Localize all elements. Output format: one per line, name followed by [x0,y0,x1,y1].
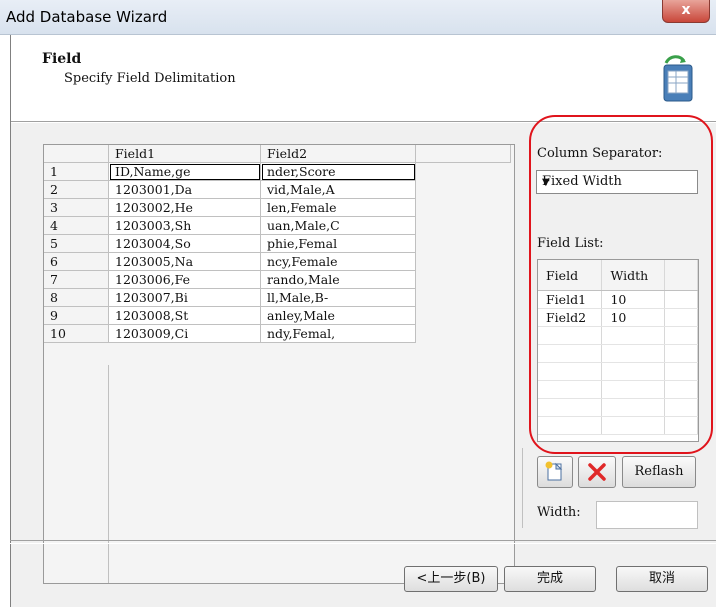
grid-cell[interactable]: 1203009,Ci [108,324,261,343]
row-number: 6 [44,252,109,271]
table-row[interactable]: 4 1203003,Sh uan,Male,C [44,216,511,235]
grid-column-header[interactable]: Field2 [260,145,416,163]
table-row[interactable]: 5 1203004,So phie,Femal [44,234,511,253]
add-field-button[interactable] [537,456,573,488]
window-title: Add Database Wizard [6,8,168,26]
window-left-border [10,35,11,607]
footer-separator [10,540,716,544]
delete-field-button[interactable] [578,456,616,488]
row-number: 4 [44,216,109,235]
grid-cell[interactable]: 1203005,Na [108,252,261,271]
step-title: Field [42,51,82,67]
finish-button[interactable]: 完成 [504,566,596,592]
grid-cell[interactable]: uan,Male,C [260,216,416,235]
grid-cell[interactable]: ncy,Female [260,252,416,271]
grid-cell[interactable]: 1203007,Bi [108,288,261,307]
row-header-column [44,365,109,583]
grid-cell-empty [415,180,511,199]
grid-cell[interactable]: 1203008,St [108,306,261,325]
grid-cell[interactable]: nder,Score [260,162,416,181]
grid-cell-empty [415,270,511,289]
grid-cell[interactable]: phie,Femal [260,234,416,253]
back-button[interactable]: <上一步(B) [404,566,498,592]
grid-cell[interactable]: 1203003,Sh [108,216,261,235]
row-number: 9 [44,306,109,325]
grid-cell-empty [415,234,511,253]
grid-cell[interactable]: 1203006,Fe [108,270,261,289]
table-row[interactable]: 2 1203001,Da vid,Male,A [44,180,511,199]
grid-cell-empty [415,288,511,307]
row-number: 10 [44,324,109,343]
delete-x-icon [588,463,606,481]
table-row[interactable]: 1 ID,Name,ge nder,Score [44,162,511,181]
reflash-button[interactable]: Reflash [622,456,696,488]
new-document-icon [545,461,563,481]
grid-cell[interactable]: ID,Name,ge [108,162,261,181]
grid-cell-empty [415,162,511,181]
preview-grid[interactable]: Field1 Field2 1 ID,Name,ge nder,Score 2 … [43,144,515,584]
grid-cell[interactable]: len,Female [260,198,416,217]
cancel-button[interactable]: 取消 [616,566,708,592]
grid-cell-empty [415,216,511,235]
table-row[interactable]: 6 1203005,Na ncy,Female [44,252,511,271]
grid-cell[interactable]: vid,Male,A [260,180,416,199]
table-row[interactable]: 9 1203008,St anley,Male [44,306,511,325]
panel-divider [522,448,523,528]
grid-cell[interactable]: rando,Male [260,270,416,289]
grid-column-header[interactable]: Field1 [108,145,261,163]
grid-cell[interactable]: anley,Male [260,306,416,325]
table-row[interactable]: 8 1203007,Bi ll,Male,B- [44,288,511,307]
row-number: 5 [44,234,109,253]
row-number: 8 [44,288,109,307]
table-row[interactable]: 7 1203006,Fe rando,Male [44,270,511,289]
title-bar: Add Database Wizard x [0,0,716,35]
grid-cell[interactable]: 1203002,He [108,198,261,217]
grid-cell-empty [415,324,511,343]
close-button[interactable]: x [662,0,710,23]
row-number: 7 [44,270,109,289]
grid-cell[interactable]: ll,Male,B- [260,288,416,307]
grid-cell-empty [415,252,511,271]
table-row[interactable]: 3 1203002,He len,Female [44,198,511,217]
highlight-annotation [529,115,713,454]
row-number: 2 [44,180,109,199]
table-row[interactable]: 10 1203009,Ci ndy,Femal, [44,324,511,343]
grid-corner-header [44,145,109,163]
grid-cell[interactable]: ndy,Femal, [260,324,416,343]
step-subtitle: Specify Field Delimitation [64,71,236,86]
grid-cell-empty [415,198,511,217]
grid-cell-empty [415,306,511,325]
grid-cell[interactable]: 1203001,Da [108,180,261,199]
wizard-header: Field Specify Field Delimitation [10,35,716,121]
database-table-icon [663,55,693,102]
width-input[interactable] [596,501,698,529]
row-number: 1 [44,162,109,181]
row-number: 3 [44,198,109,217]
width-label: Width: [537,505,581,520]
grid-column-header [415,145,511,163]
grid-cell[interactable]: 1203004,So [108,234,261,253]
grid-header-row: Field1 Field2 [44,145,511,163]
